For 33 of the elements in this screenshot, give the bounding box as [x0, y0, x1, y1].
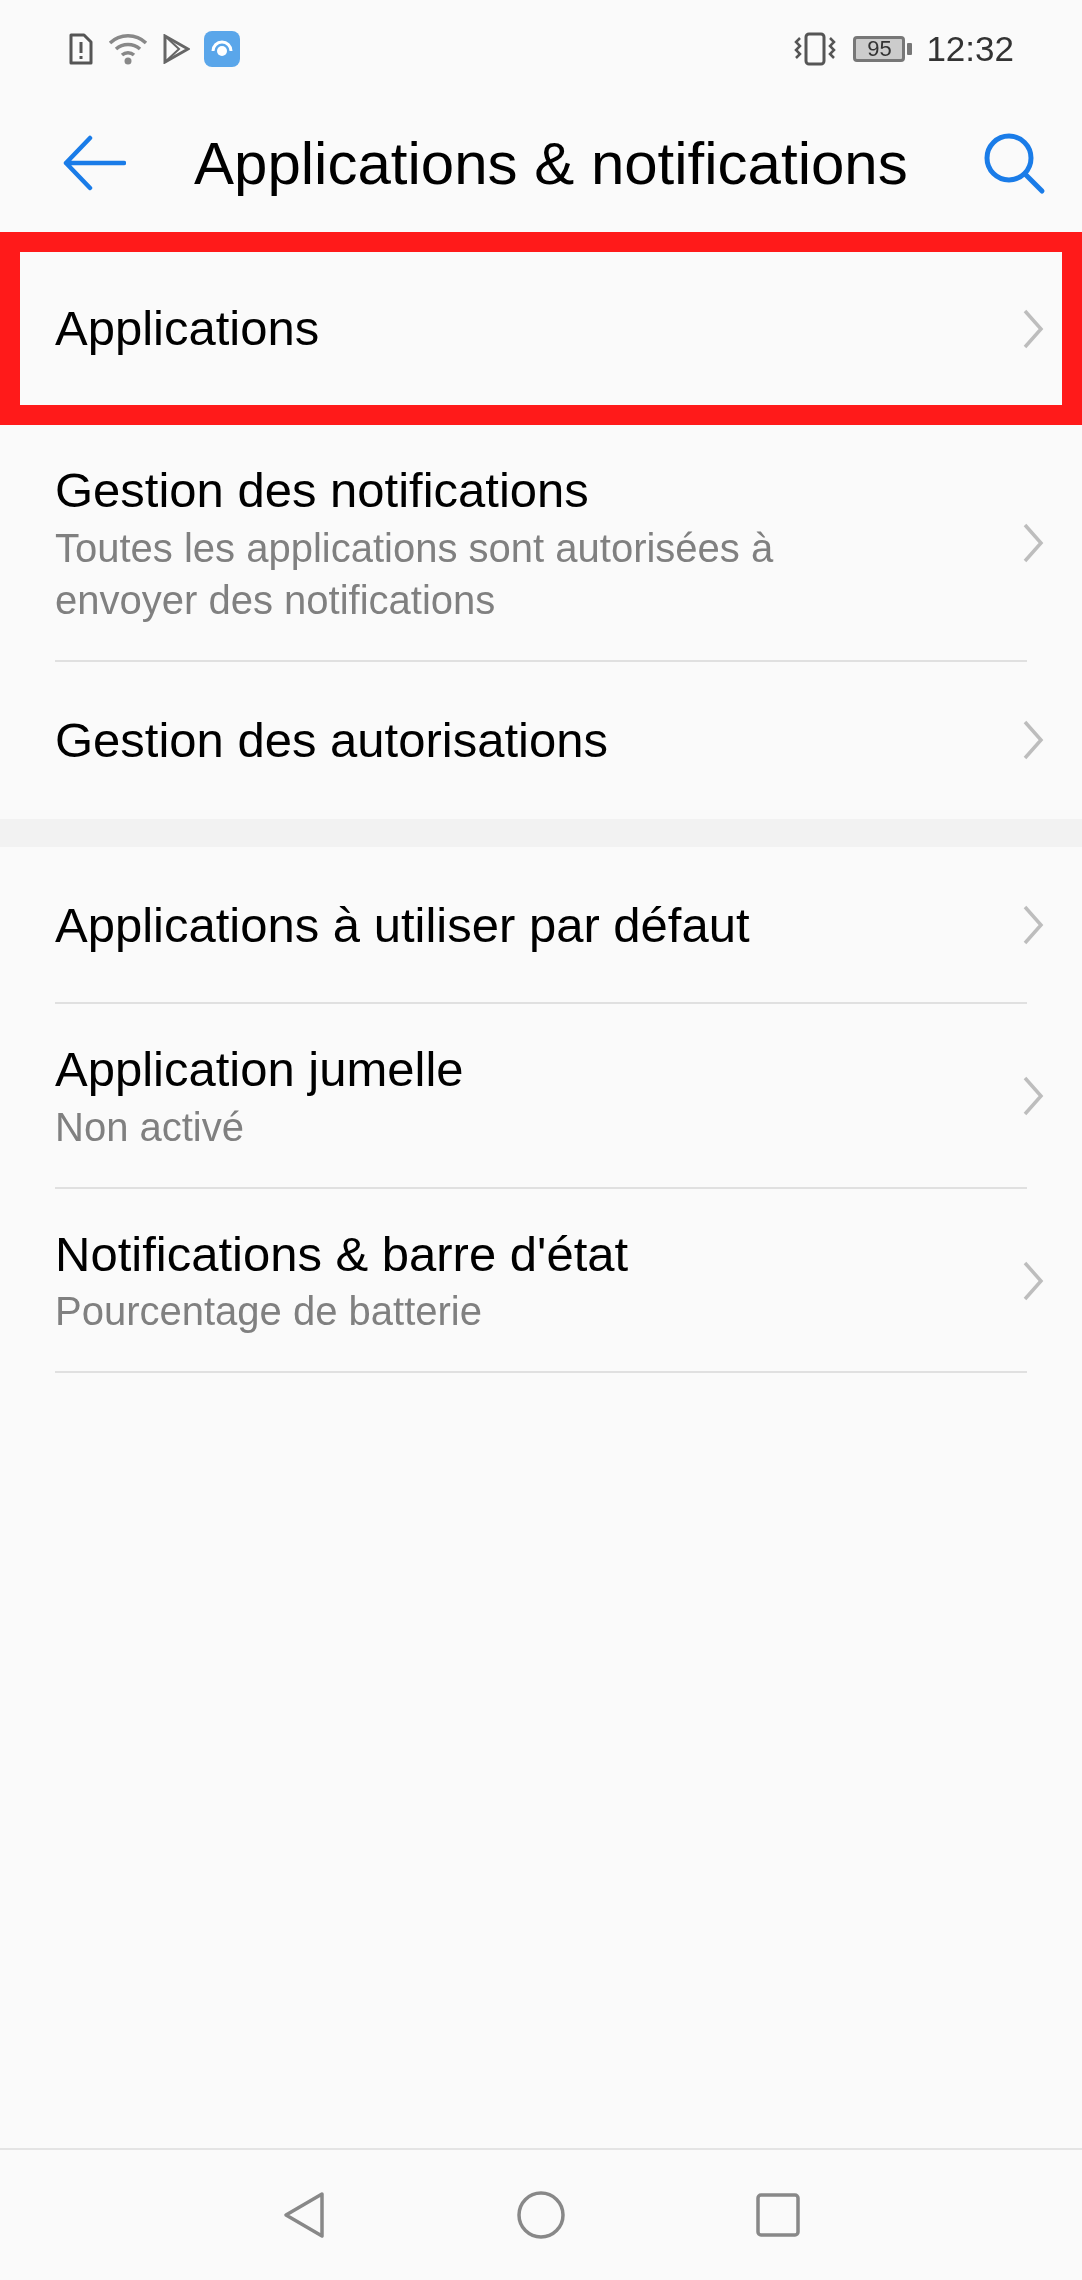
search-icon[interactable]: [982, 131, 1046, 195]
item-subtitle: Non activé: [55, 1103, 245, 1151]
item-title: Gestion des notifications: [55, 462, 590, 519]
settings-item[interactable]: Gestion des autorisations: [0, 661, 1082, 819]
chevron-icon: [1022, 1260, 1044, 1302]
chevron-icon: [1022, 307, 1044, 350]
item-title: Gestion des autorisations: [55, 711, 609, 769]
page-title: Applications & notifications: [194, 128, 909, 198]
home-nav-icon[interactable]: [516, 2190, 566, 2240]
sim-alert-icon: [68, 32, 94, 66]
clock-time: 12:32: [926, 29, 1014, 69]
item-title: Notifications & barre d'état: [55, 1225, 630, 1283]
settings-item[interactable]: Application jumelle Non activé: [0, 1003, 1082, 1189]
recents-nav-icon[interactable]: [756, 2193, 800, 2237]
back-arrow-icon[interactable]: [62, 135, 126, 191]
wifi-icon: [108, 33, 148, 65]
item-title: Applications à utiliser par défaut: [55, 896, 751, 954]
chevron-icon: [1022, 719, 1044, 762]
battery-indicator: 95: [853, 36, 913, 62]
item-subtitle: Pourcentage de batterie: [55, 1288, 483, 1336]
settings-item[interactable]: Notifications & barre d'état Pourcentage de batterie: [0, 1188, 1082, 1374]
item-title: Application jumelle: [55, 1040, 465, 1098]
chevron-icon: [1022, 522, 1044, 565]
chevron-icon: [1022, 1075, 1044, 1118]
item-title: Applications: [55, 300, 321, 358]
item-subtitle: Toutes les applications sont autorisées à envoyer des notifications: [55, 524, 775, 624]
back-nav-icon[interactable]: [282, 2190, 326, 2240]
settings-item[interactable]: Applications: [0, 232, 1082, 425]
play-store-icon: [162, 34, 190, 64]
chevron-icon: [1022, 904, 1044, 947]
support-app-icon: [204, 31, 240, 67]
settings-item[interactable]: Applications à utiliser par défaut: [0, 846, 1082, 1004]
settings-item[interactable]: Gestion des notifications Toutes les applications sont autorisées à envoyer des notifications: [0, 425, 1082, 662]
